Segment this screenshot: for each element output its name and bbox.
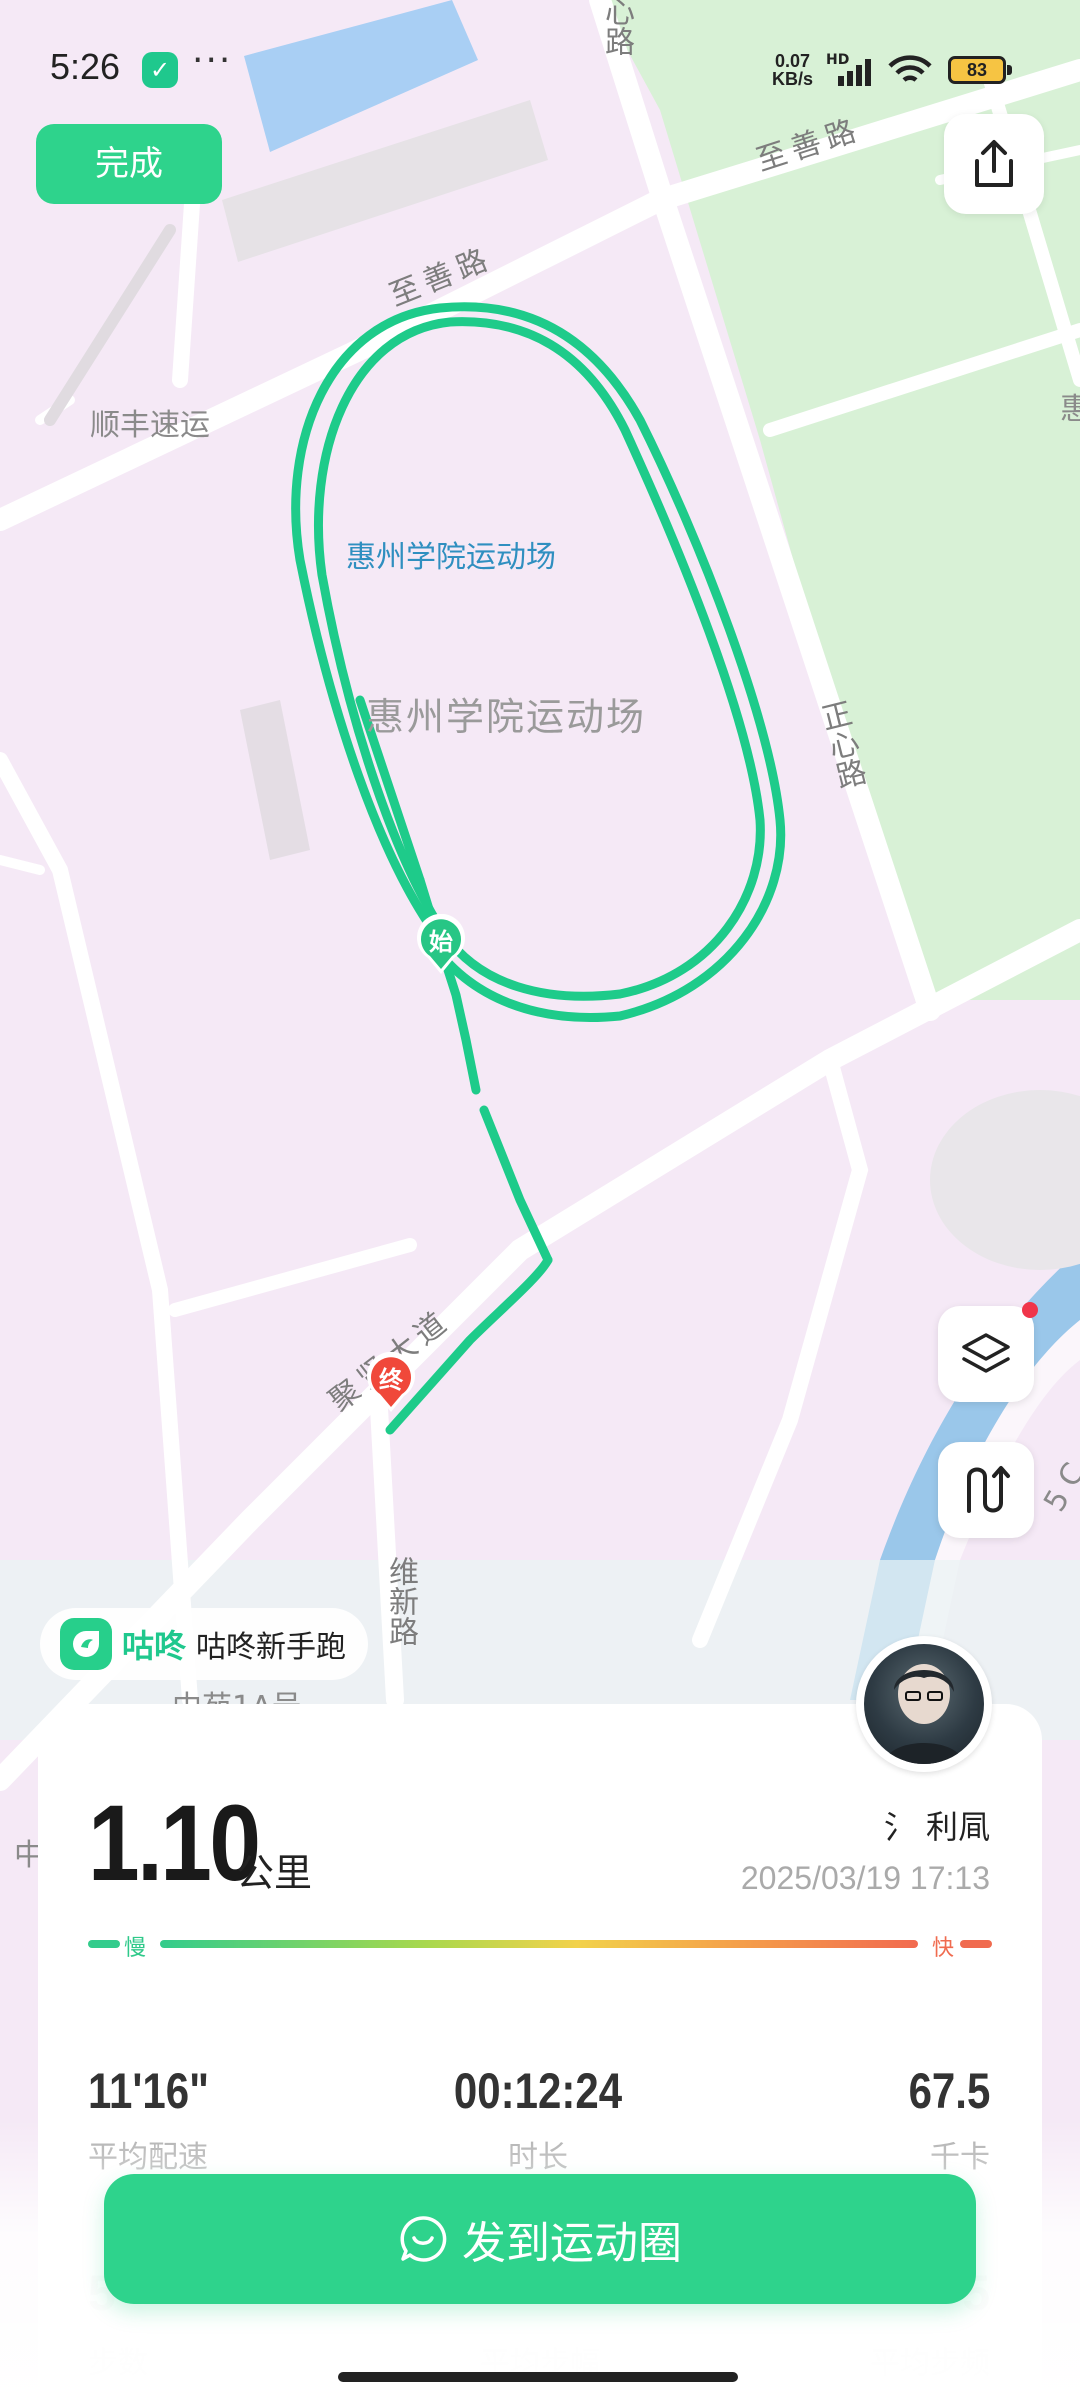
pace-slow-swatch	[88, 1940, 120, 1948]
chat-bubble-icon	[400, 2216, 447, 2262]
brand-subtitle: 咕咚新手跑	[196, 1630, 347, 1665]
done-button[interactable]: 完成	[36, 124, 222, 204]
wifi-icon	[888, 55, 932, 82]
stat-cadence-label: 平均步频	[870, 2346, 990, 2381]
distance-unit: 公里	[236, 1851, 313, 1895]
signal-icon	[838, 59, 871, 86]
stat-avg-pace: 11'16" 平均配速	[88, 2062, 232, 2176]
route-toggle-button[interactable]	[938, 1442, 1034, 1538]
map-label-poi: 顺丰速运	[90, 408, 210, 443]
user-avatar[interactable]	[856, 1636, 992, 1772]
status-time: 5:26	[50, 46, 121, 87]
avatar-illustration	[884, 1664, 964, 1764]
stat-value: 67.5	[908, 2063, 990, 2119]
end-marker-label: 终	[379, 1366, 403, 1394]
stat-value: 00:12:24	[453, 2063, 623, 2119]
map-layers-button[interactable]	[938, 1302, 1038, 1402]
brand-bird-icon	[73, 1631, 99, 1657]
battery-indicator: 83	[948, 56, 1012, 84]
share-button[interactable]	[944, 114, 1044, 214]
end-marker: 终	[364, 1351, 418, 1414]
user-name: 氵 利凬	[883, 1808, 990, 1846]
map-label-stadium: 惠州学院运动场	[346, 540, 556, 575]
stat-label: 平均配速	[88, 2140, 208, 2175]
avatar-image	[864, 1644, 984, 1764]
network-speed-value: 0.07	[774, 51, 811, 71]
map-label-road: 维新路	[383, 1556, 418, 1646]
stat-steps-label: 步数	[88, 2346, 148, 2381]
codoon-logo-icon	[60, 1618, 112, 1670]
network-speed: 0.07 KB/s	[772, 52, 813, 88]
stat-label: 千卡	[930, 2140, 990, 2175]
stat-calories: 67.5 千卡	[893, 2062, 990, 2176]
stat-duration: 00:12:24 时长	[308, 2062, 768, 2176]
pace-fast-swatch	[960, 1940, 992, 1948]
status-bar: 5:26 ✓ ··· 0.07 KB/s HD 83	[0, 0, 1080, 130]
home-indicator[interactable]	[338, 2372, 738, 2382]
distance-value: 1.10	[88, 1782, 261, 1903]
app-notification-icon: ✓	[142, 52, 178, 88]
share-icon	[975, 140, 1013, 187]
pace-legend: 慢 快	[88, 1926, 992, 1962]
new-indicator-dot	[1022, 1302, 1038, 1318]
stat-label: 时长	[508, 2140, 568, 2175]
workout-date: 2025/03/19 17:13	[740, 1860, 990, 1896]
pace-slow-label: 慢	[124, 1936, 147, 1961]
more-notifications-icon: ···	[192, 40, 233, 81]
layers-icon	[962, 1333, 1010, 1373]
stat-value: 11'16"	[88, 2063, 210, 2119]
map-label-area: 惠州学院运动场	[366, 695, 647, 739]
start-marker-label: 始	[429, 928, 453, 956]
start-marker: 始	[414, 913, 468, 976]
post-button-label: 发到运动圈	[462, 2218, 682, 2269]
network-speed-unit: KB/s	[772, 69, 814, 89]
route-icon	[967, 1466, 1010, 1513]
brand-watermark: 咕咚 咕咚新手跑	[40, 1608, 369, 1680]
pace-fast-label: 快	[931, 1936, 954, 1961]
pace-gradient-bar	[160, 1940, 918, 1948]
map-label-edge: 惠	[1060, 392, 1080, 427]
brand-name: 咕咚	[122, 1627, 187, 1665]
post-to-feed-button[interactable]: 发到运动圈	[104, 2174, 976, 2304]
